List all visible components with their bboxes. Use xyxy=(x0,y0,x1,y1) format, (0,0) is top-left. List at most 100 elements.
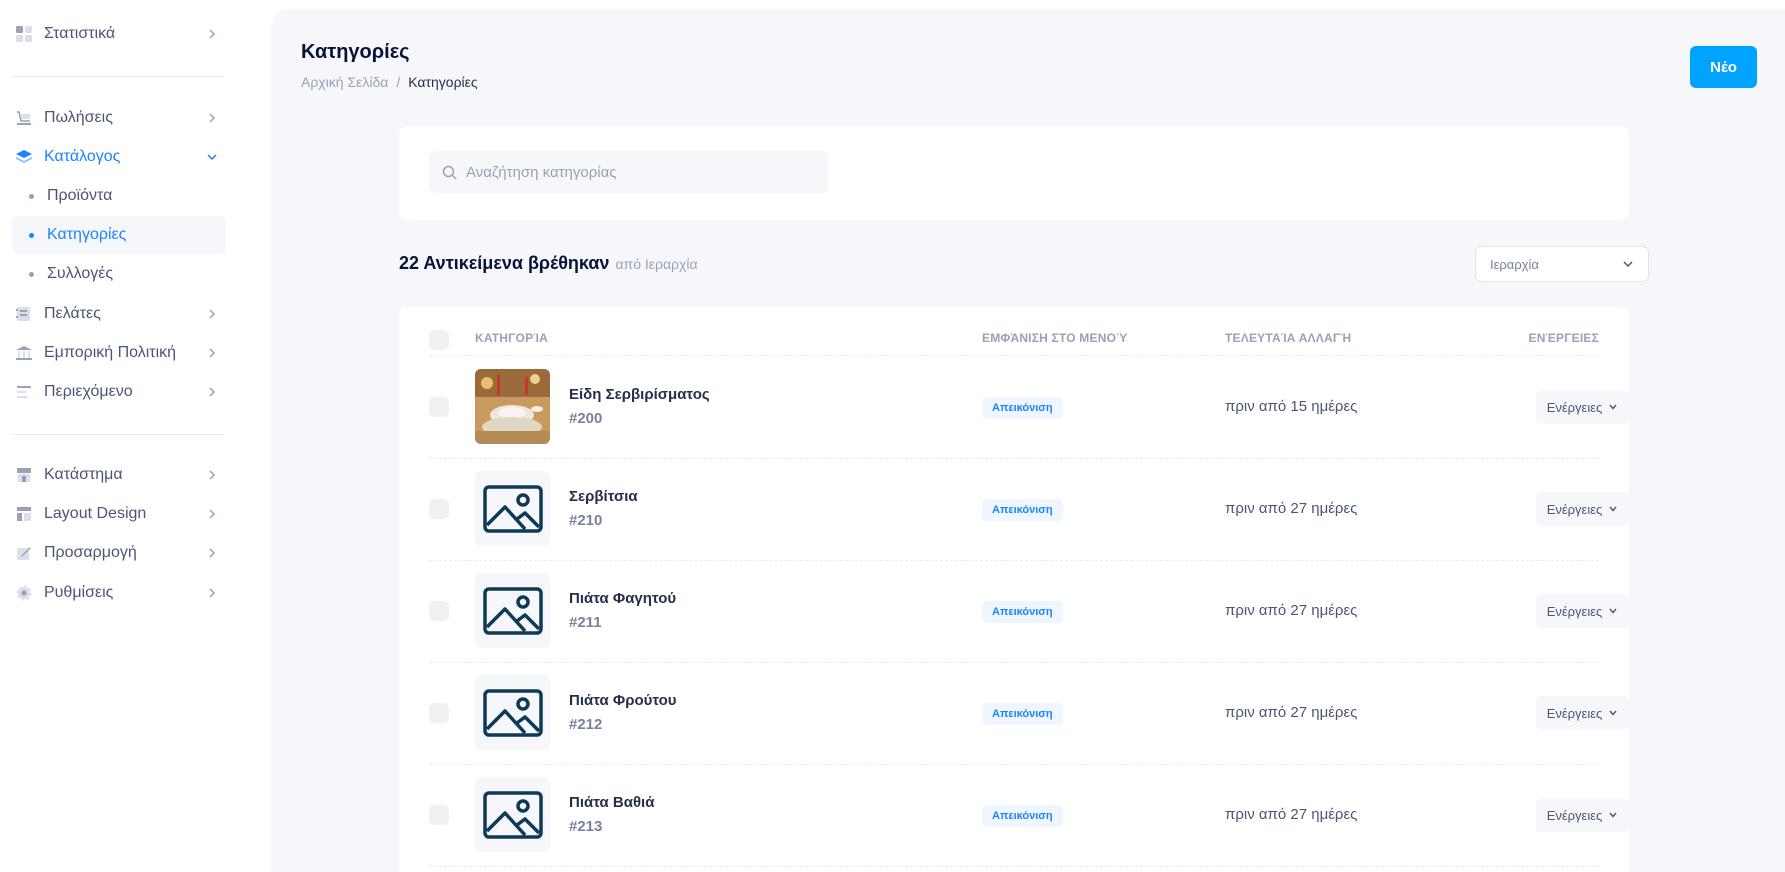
chevron-right-icon xyxy=(204,467,220,483)
actions-dropdown-button[interactable]: Ενέργειες xyxy=(1536,798,1629,832)
sidebar-item-label: Πωλήσεις xyxy=(44,109,113,126)
sidebar-item-statistics[interactable]: Στατιστικά xyxy=(12,16,226,52)
search-input[interactable] xyxy=(466,163,816,181)
table-row: Πιάτα Βαθιά #213 Απεικόνιση πριν από 27 … xyxy=(399,764,1629,866)
results-sort-label: από Ιεραρχία xyxy=(615,256,698,272)
sort-select[interactable]: Ιεραρχία xyxy=(1475,246,1649,282)
actions-dropdown-button[interactable]: Ενέργειες xyxy=(1536,390,1629,424)
breadcrumb-current: Κατηγορίες xyxy=(408,74,478,90)
chevron-down-icon xyxy=(1608,606,1618,616)
sidebar-item-catalog[interactable]: Κατάλογος xyxy=(12,139,226,175)
table-row: Πιάτα Φρούτου #212 Απεικόνιση πριν από 2… xyxy=(399,662,1629,764)
category-id: #210 xyxy=(569,512,603,529)
actions-label: Ενέργειες xyxy=(1546,807,1603,823)
sidebar-item-sales[interactable]: Πωλήσεις xyxy=(12,100,226,136)
chevron-down-icon xyxy=(1608,810,1618,820)
sidebar-item-label: Κατάλογος xyxy=(44,148,121,165)
actions-label: Ενέργειες xyxy=(1546,603,1603,619)
page-title: Κατηγορίες xyxy=(301,41,410,63)
column-header-category: Κατηγορία xyxy=(475,331,549,345)
sidebar-item-commercial-policy[interactable]: Εμπορική Πολιτική xyxy=(12,335,226,371)
layout-icon xyxy=(15,505,33,523)
sidebar-subitem-label: Κατηγορίες xyxy=(47,226,127,243)
new-button[interactable]: Νέο xyxy=(1690,46,1757,88)
pencil-icon xyxy=(15,544,33,562)
sidebar-subitem-categories[interactable]: Κατηγορίες xyxy=(12,216,226,254)
row-checkbox[interactable] xyxy=(429,703,449,723)
results-count: 22 Αντικείμενα βρέθηκαν από Ιεραρχία xyxy=(399,253,698,274)
search-icon xyxy=(442,164,458,180)
address-book-icon xyxy=(15,305,33,323)
breadcrumb: Αρχική Σελίδα / Κατηγορίες xyxy=(301,74,478,90)
sidebar-item-content[interactable]: Περιεχόμενο xyxy=(12,374,226,410)
status-badge: Απεικόνιση xyxy=(982,601,1063,623)
chevron-down-icon xyxy=(1622,257,1636,271)
chart-grid-icon xyxy=(15,25,33,43)
store-icon xyxy=(15,466,33,484)
sidebar-item-customization[interactable]: Προσαρμογή xyxy=(12,535,226,571)
table-row: Πιάτα Φαγητού #211 Απεικόνιση πριν από 2… xyxy=(399,560,1629,662)
actions-label: Ενέργειες xyxy=(1546,399,1603,415)
sidebar-item-label: Στατιστικά xyxy=(44,25,116,42)
sidebar-subitem-collections[interactable]: Συλλογές xyxy=(12,255,226,293)
bullet-icon xyxy=(29,193,34,199)
row-checkbox[interactable] xyxy=(429,601,449,621)
table-row: Είδη Σερβιρίσματος #200 Απεικόνιση πριν … xyxy=(399,356,1629,458)
category-name[interactable]: Πιάτα Βαθιά xyxy=(569,794,654,811)
sidebar-item-settings[interactable]: Ρυθμίσεις xyxy=(12,575,226,611)
status-badge: Απεικόνιση xyxy=(982,397,1063,419)
sidebar-item-label: Ρυθμίσεις xyxy=(44,584,114,601)
table-row: Σερβίτσια #210 Απεικόνιση πριν από 27 ημ… xyxy=(399,458,1629,560)
actions-label: Ενέργειες xyxy=(1546,501,1603,517)
chevron-down-icon xyxy=(204,149,220,165)
gear-icon xyxy=(15,584,33,602)
actions-dropdown-button[interactable]: Ενέργειες xyxy=(1536,696,1629,730)
chevron-right-icon xyxy=(204,26,220,42)
chevron-down-icon xyxy=(1608,402,1618,412)
category-name[interactable]: Πιάτα Φρούτου xyxy=(569,692,677,709)
row-checkbox[interactable] xyxy=(429,499,449,519)
bullet-icon xyxy=(29,271,34,277)
image-placeholder-icon[interactable] xyxy=(475,777,550,852)
sidebar-item-customers[interactable]: Πελάτες xyxy=(12,296,226,332)
last-change: πριν από 27 ημέρες xyxy=(1225,602,1358,619)
category-name[interactable]: Είδη Σερβιρίσματος xyxy=(569,386,710,403)
row-divider xyxy=(429,866,1599,867)
chevron-right-icon xyxy=(204,306,220,322)
image-placeholder-icon[interactable] xyxy=(475,573,550,648)
sidebar-item-store[interactable]: Κατάστημα xyxy=(12,457,226,493)
row-checkbox[interactable] xyxy=(429,805,449,825)
search-box xyxy=(429,151,828,193)
main-content: Κατηγορίες Αρχική Σελίδα / Κατηγορίες Νέ… xyxy=(271,9,1785,872)
cart-icon xyxy=(15,109,33,127)
text-align-icon xyxy=(15,383,33,401)
actions-dropdown-button[interactable]: Ενέργειες xyxy=(1536,492,1629,526)
layers-icon xyxy=(15,148,33,166)
sidebar-subitem-products[interactable]: Προϊόντα xyxy=(12,177,226,215)
category-thumbnail[interactable] xyxy=(475,369,550,444)
chevron-right-icon xyxy=(204,110,220,126)
chevron-down-icon xyxy=(1608,708,1618,718)
actions-dropdown-button[interactable]: Ενέργειες xyxy=(1536,594,1629,628)
chevron-right-icon xyxy=(204,384,220,400)
results-count-label: 22 Αντικείμενα βρέθηκαν xyxy=(399,253,610,273)
breadcrumb-home-link[interactable]: Αρχική Σελίδα xyxy=(301,74,388,90)
select-all-checkbox[interactable] xyxy=(429,330,449,350)
status-badge: Απεικόνιση xyxy=(982,703,1063,725)
category-name[interactable]: Πιάτα Φαγητού xyxy=(569,590,676,607)
sidebar-item-label: Πελάτες xyxy=(44,305,101,322)
image-placeholder-icon[interactable] xyxy=(475,675,550,750)
sidebar-item-layout-design[interactable]: Layout Design xyxy=(12,496,226,532)
row-checkbox[interactable] xyxy=(429,397,449,417)
sidebar-divider xyxy=(12,434,224,435)
column-header-last-change: Τελευταία αλλαγή xyxy=(1225,331,1352,345)
chevron-right-icon xyxy=(204,545,220,561)
sidebar-subitem-label: Προϊόντα xyxy=(47,187,113,204)
sidebar-divider xyxy=(12,76,224,77)
bullet-icon xyxy=(29,232,34,238)
categories-table: Κατηγορία Εμφάνιση στο Μενού Τελευταία α… xyxy=(399,307,1629,872)
sidebar-item-label: Κατάστημα xyxy=(44,466,123,483)
image-placeholder-icon[interactable] xyxy=(475,471,550,546)
sidebar-item-label: Εμπορική Πολιτική xyxy=(44,344,177,361)
category-name[interactable]: Σερβίτσια xyxy=(569,488,638,505)
